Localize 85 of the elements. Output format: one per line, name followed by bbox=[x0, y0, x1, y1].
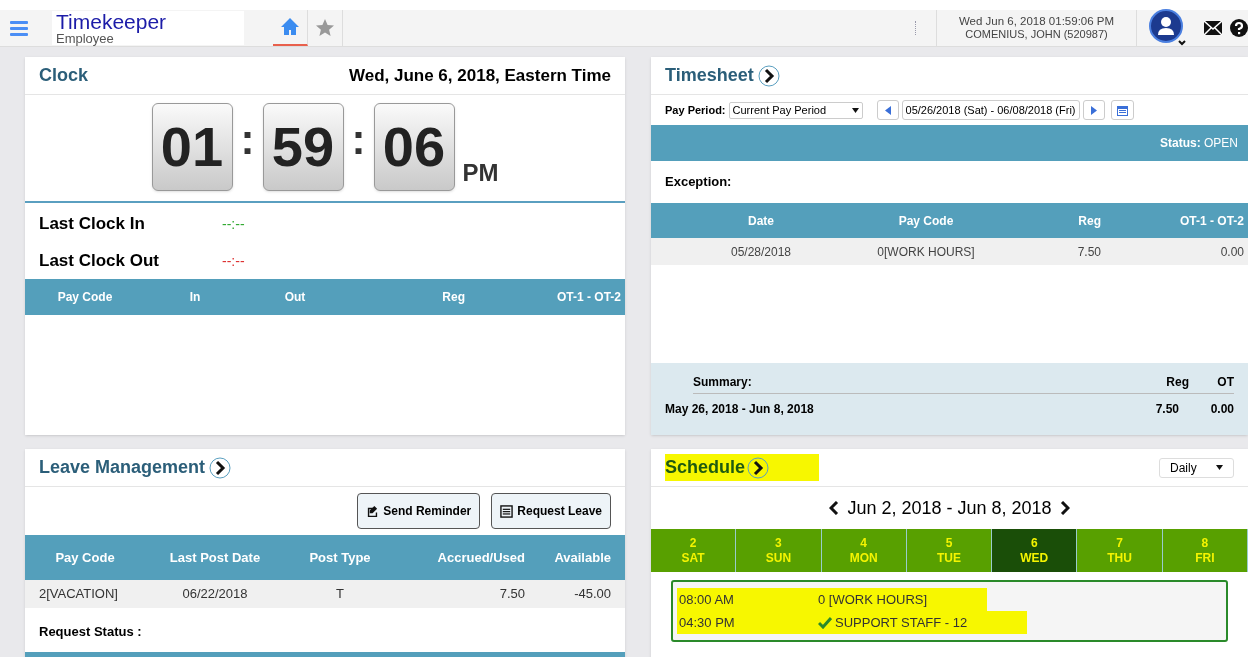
clock-digits: 06 bbox=[373, 103, 455, 191]
column-header: Pay Code bbox=[56, 289, 114, 306]
last-clock-in-label: Last Clock In bbox=[39, 213, 146, 236]
pay-period-label: Pay Period: bbox=[665, 102, 726, 118]
column-header: Accrued/Used bbox=[436, 548, 525, 567]
column-header: Reg bbox=[1077, 212, 1101, 230]
next-button[interactable] bbox=[1082, 100, 1105, 120]
list-icon bbox=[500, 504, 514, 518]
column-header: Out bbox=[283, 289, 307, 306]
right-arrow-icon bbox=[1090, 105, 1097, 115]
column-header: Post Type bbox=[308, 548, 372, 567]
summary-reg: 7.50 bbox=[1154, 401, 1179, 418]
column-header: OT-1 - OT-2 bbox=[1179, 212, 1245, 230]
user-name: COMENIUS, JOHN (520987) bbox=[965, 28, 1108, 43]
table-cell-text: 05/28/2018 bbox=[729, 243, 793, 261]
table-cell-text: 7.50 bbox=[498, 585, 525, 604]
schedule-range: Jun 2, 2018 - Jun 8, 2018 bbox=[847, 496, 1052, 520]
app-title: Timekeeper bbox=[56, 11, 168, 32]
table-cell-text: 2[VACATION] bbox=[38, 585, 119, 604]
schedule-time: 04:30 PM bbox=[678, 613, 736, 632]
caret-icon bbox=[1216, 465, 1223, 470]
clock-digits: 59 bbox=[262, 103, 344, 191]
column-header: Last Post Date bbox=[168, 548, 262, 567]
current-datetime: Wed Jun 6, 2018 01:59:06 PM bbox=[958, 13, 1115, 29]
panel-title: Clock bbox=[39, 64, 89, 87]
panel-title: Timesheet bbox=[665, 64, 754, 87]
view-dropdown[interactable]: Daily bbox=[1159, 457, 1234, 478]
panel-title: Schedule bbox=[665, 456, 746, 479]
last-clock-out-label: Last Clock Out bbox=[39, 250, 160, 273]
last-clock-in-value: --:-- bbox=[222, 214, 245, 234]
column-header: Date bbox=[747, 212, 775, 230]
clock-date: Wed, June 6, 2018, Eastern Time bbox=[348, 64, 611, 87]
column-header: Pay Code bbox=[54, 548, 116, 567]
table-cell-text: 06/22/2018 bbox=[181, 585, 249, 604]
schedule-item: 0 [WORK HOURS] bbox=[818, 590, 928, 609]
last-clock-out-value: --:-- bbox=[222, 251, 245, 271]
time-separator: : bbox=[240, 115, 255, 165]
column-header: Reg bbox=[441, 289, 465, 306]
edit-icon bbox=[366, 504, 380, 518]
table-cell-text: 7.50 bbox=[1076, 243, 1101, 261]
user-avatar-icon[interactable] bbox=[1148, 9, 1187, 47]
left-arrow-icon bbox=[884, 105, 891, 115]
home-icon bbox=[280, 17, 300, 37]
pay-period-dropdown[interactable]: Current Pay Period bbox=[728, 101, 863, 119]
schedule-time: 08:00 AM bbox=[678, 590, 735, 609]
table-cell-text: -45.00 bbox=[573, 585, 612, 604]
column-header: In bbox=[188, 289, 202, 306]
date-range-field[interactable]: 05/26/2018 (Sat) - 06/08/2018 (Fri) bbox=[901, 100, 1080, 120]
column-header: OT bbox=[1216, 374, 1234, 391]
calendar-button[interactable] bbox=[1110, 100, 1134, 120]
calendar-icon bbox=[1116, 104, 1128, 116]
caret-icon bbox=[851, 107, 859, 113]
column-header: Reg bbox=[1165, 374, 1189, 391]
column-header: Pay Code bbox=[897, 212, 955, 230]
column-header: Available bbox=[553, 548, 612, 567]
previous-button[interactable] bbox=[876, 100, 899, 120]
request-status-label: Request Status : bbox=[38, 623, 143, 641]
menu-icon[interactable] bbox=[10, 20, 28, 36]
chevron-right-icon[interactable] bbox=[1059, 501, 1070, 515]
exception-label: Exception: bbox=[664, 173, 733, 192]
summary-period: May 26, 2018 - Jun 8, 2018 bbox=[665, 401, 815, 418]
summary-ot: 0.00 bbox=[1209, 401, 1234, 418]
summary-label: Summary: bbox=[693, 374, 753, 391]
nav-tab[interactable] bbox=[273, 10, 308, 46]
star-icon bbox=[315, 18, 335, 38]
chevron-left-icon[interactable] bbox=[829, 501, 840, 515]
am-pm: PM bbox=[462, 158, 499, 188]
time-separator: : bbox=[351, 115, 366, 165]
chevron-circle-icon[interactable] bbox=[747, 456, 770, 479]
app-subtitle: Employee bbox=[56, 32, 114, 45]
status-text: Status: OPEN bbox=[1160, 135, 1238, 152]
table-cell-text: 0.00 bbox=[1219, 243, 1245, 261]
mail-icon[interactable] bbox=[1204, 21, 1222, 35]
help-icon[interactable] bbox=[1230, 19, 1248, 37]
action-button[interactable]: Request Leave bbox=[491, 493, 611, 529]
schedule-item: SUPPORT STAFF - 12 bbox=[835, 613, 968, 632]
table-cell-text: T bbox=[335, 585, 345, 604]
table-cell-text: 0[WORK HOURS] bbox=[876, 243, 976, 261]
column-header: OT-1 - OT-2 bbox=[556, 289, 622, 306]
day-tab[interactable]: 6 WED bbox=[992, 529, 1078, 572]
chevron-circle-icon[interactable] bbox=[757, 64, 780, 87]
panel-title: Leave Management bbox=[39, 456, 206, 479]
chevron-circle-icon[interactable] bbox=[209, 456, 232, 479]
action-button[interactable]: Send Reminder bbox=[357, 493, 481, 529]
clock-digits: 01 bbox=[151, 103, 233, 191]
